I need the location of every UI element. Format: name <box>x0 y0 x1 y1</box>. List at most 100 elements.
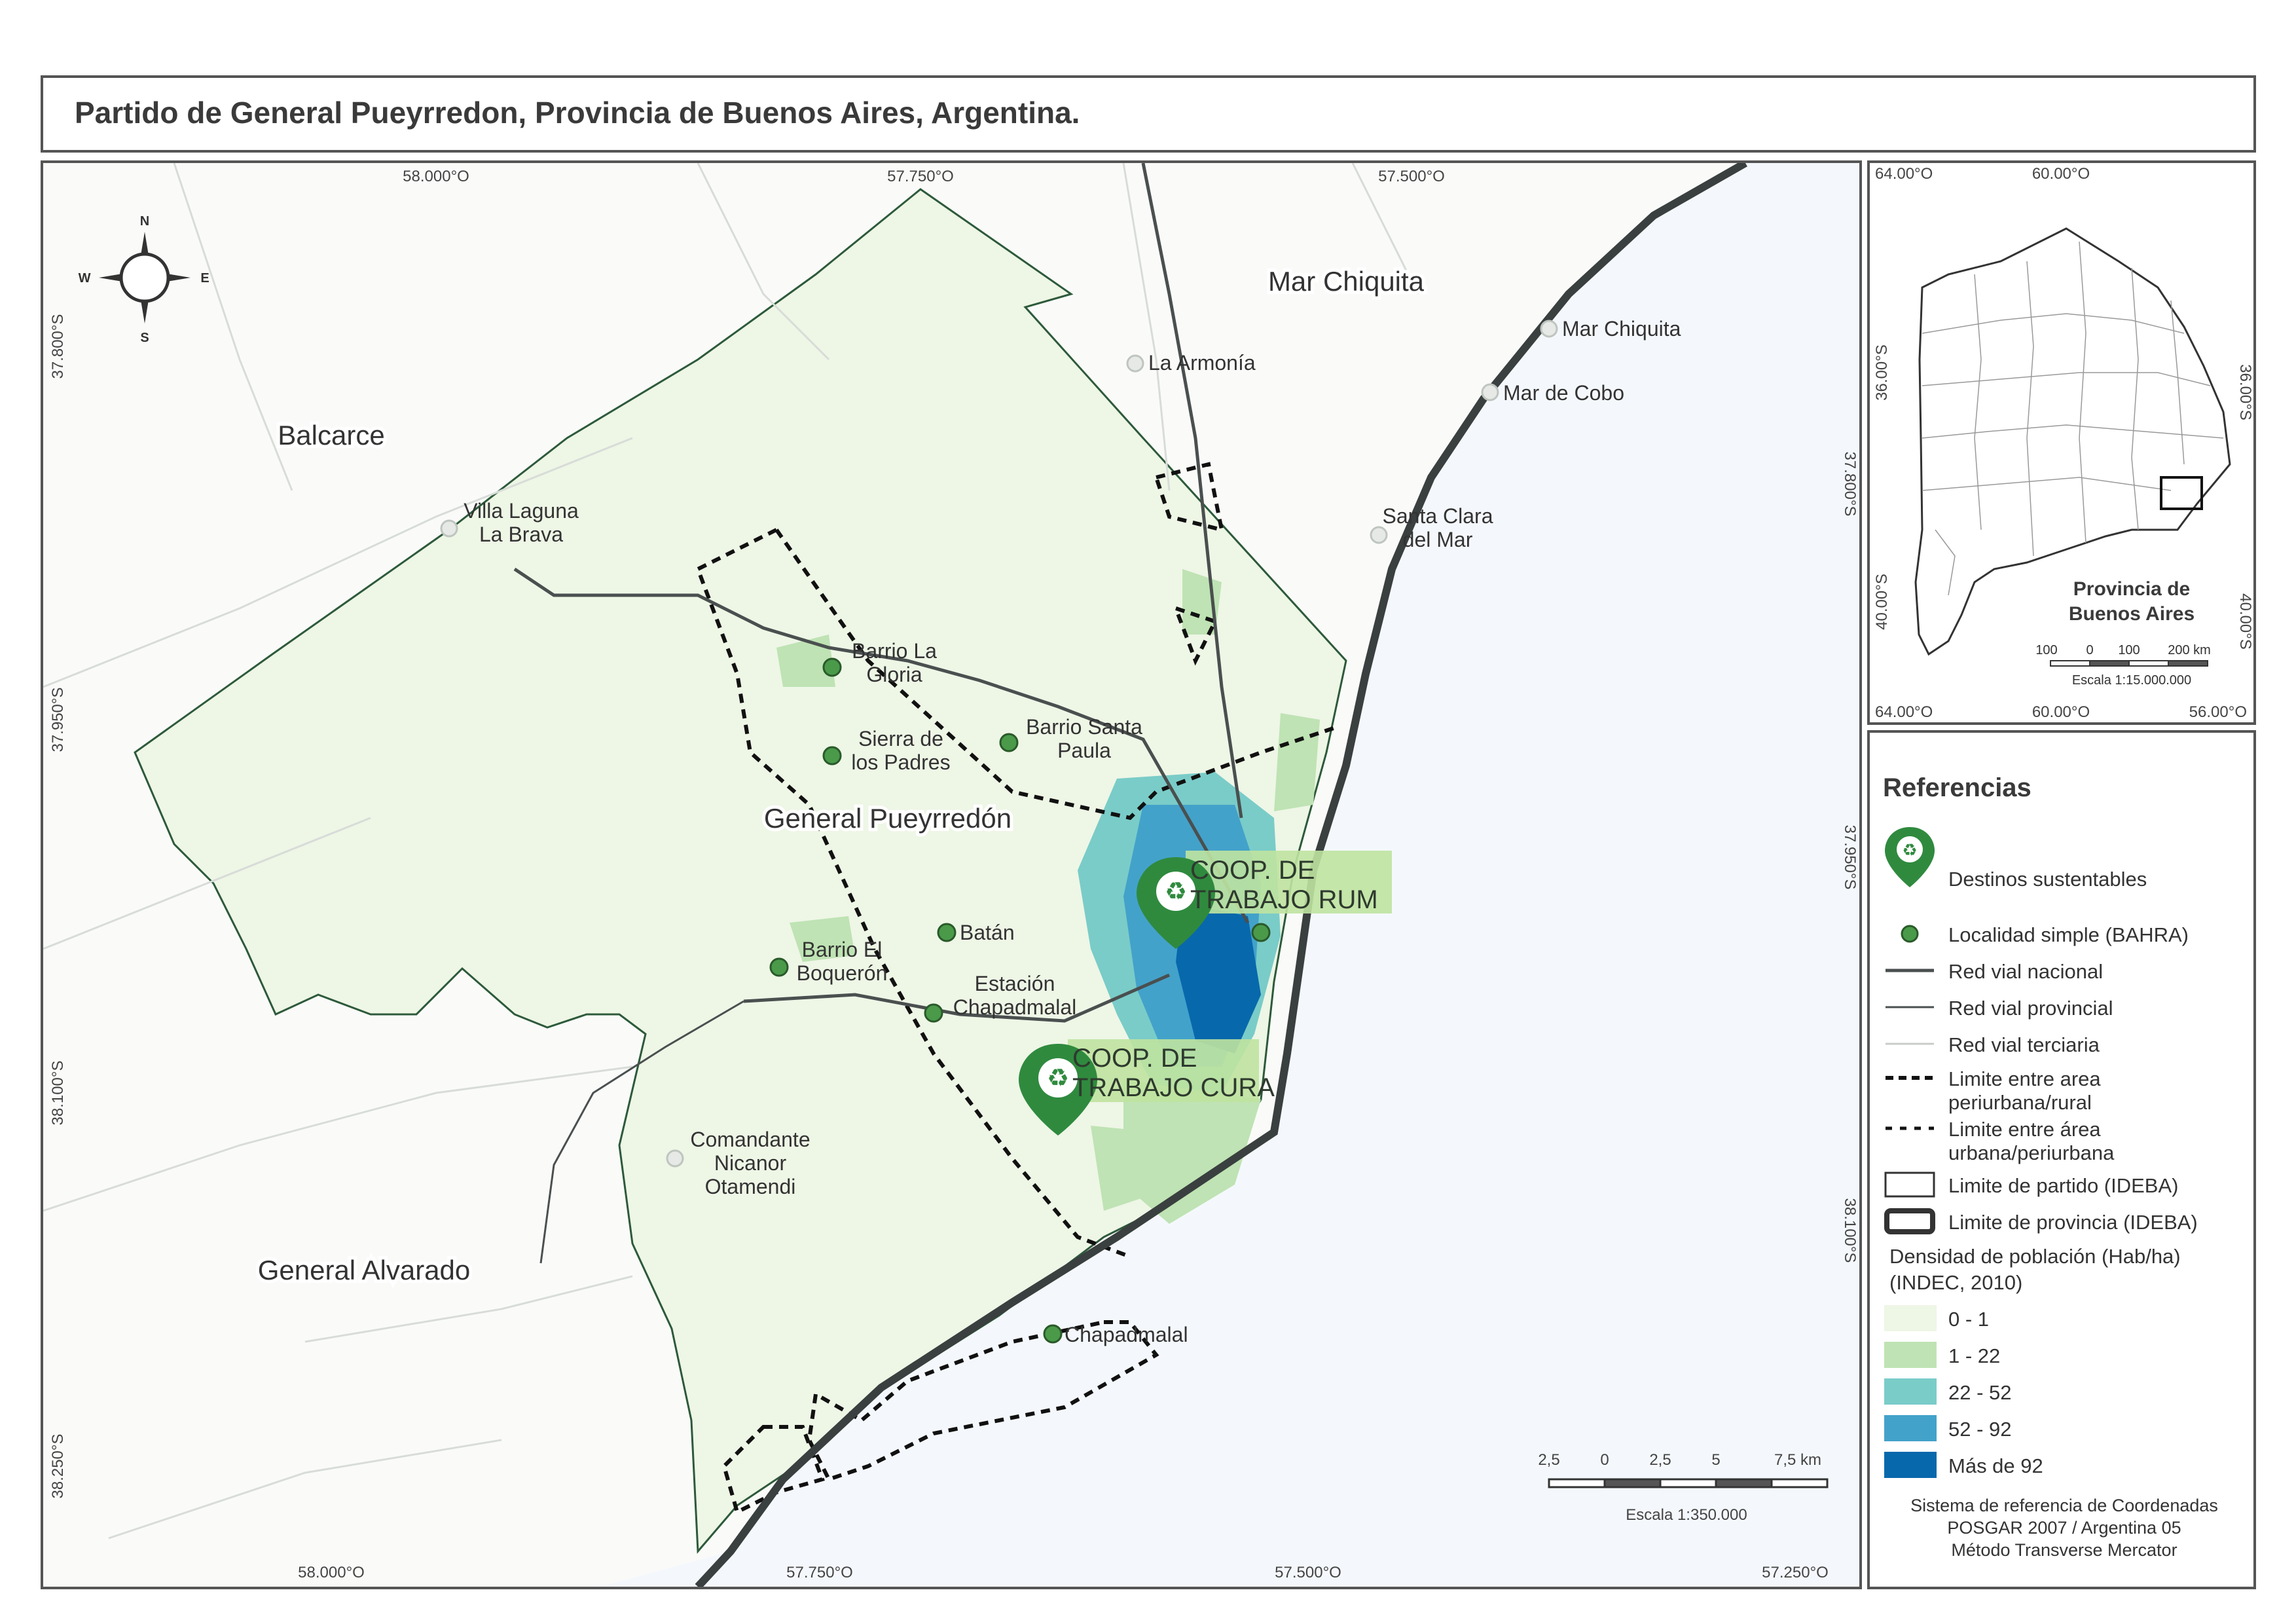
coord-right-2: 37.950°S <box>1841 824 1859 889</box>
locality-mar-chiquita <box>1540 320 1558 338</box>
inset-label-2: Buenos Aires <box>2069 603 2195 625</box>
locality-sierra-de-los-padres <box>822 746 842 766</box>
compass-n: N <box>140 214 149 229</box>
label-santa-clara-1: Santa Clara <box>1383 504 1493 528</box>
inset-coord-right-1: 36.00°S <box>2236 364 2253 420</box>
coord-left-1: 37.800°S <box>49 314 67 378</box>
crs-line-2: POSGAR 2007 / Argentina 05 <box>1947 1518 2181 1538</box>
coord-right-3: 38.100°S <box>1841 1198 1859 1263</box>
legend-label-red-provincial: Red vial provincial <box>1948 997 2113 1020</box>
density-swatch <box>1884 1305 1937 1331</box>
inset-scale-tick-3: 100 <box>2118 643 2140 657</box>
density-class-row: 0 - 1 <box>1883 1304 2250 1333</box>
coord-left-3: 38.100°S <box>49 1060 67 1125</box>
inset-coord-right-2: 40.00°S <box>2236 593 2253 650</box>
locality-barrio-la-gloria <box>822 657 842 677</box>
legend-label-limite-1a: Limite entre area <box>1948 1067 2101 1090</box>
compass-w: W <box>79 271 91 286</box>
map-title: Partido de General Pueyrredon, Provincia… <box>75 96 1080 130</box>
legend-item-localidad: Localidad simple (BAHRA) <box>1883 919 2250 948</box>
density-class-row: 22 - 52 <box>1883 1377 2250 1406</box>
region-balcarce: Balcarce <box>278 420 384 451</box>
recycle-pin-icon: ♻ <box>1885 827 1935 887</box>
coop-rum-line-2: TRABAJO RUM <box>1190 885 1378 914</box>
locality-otamendi <box>666 1149 684 1168</box>
inset-label-1: Provincia de <box>2073 578 2190 600</box>
coord-right-1: 37.800°S <box>1841 451 1859 516</box>
coord-top-1: 58.000°O <box>403 168 469 185</box>
legend-item-limite-urbana-periurbana: Limite entre área urbana/periurbana <box>1883 1114 2250 1166</box>
label-la-armonia: La Armonía <box>1148 351 1256 375</box>
density-swatch <box>1884 1415 1937 1441</box>
locality-estacion-chapadmalal <box>924 1003 943 1023</box>
coord-bottom-2: 57.750°O <box>786 1564 853 1581</box>
density-class-row: Más de 92 <box>1883 1450 2250 1479</box>
dashed-limit-thin-symbol <box>1886 1126 1934 1130</box>
inset-coord-top-2: 60.00°O <box>2032 165 2090 183</box>
density-class-row: 1 - 22 <box>1883 1340 2250 1369</box>
legend-label-limite-2b: urbana/periurbana <box>1948 1141 2115 1164</box>
label-boqueron-2: Boquerón <box>797 961 888 985</box>
svg-text:♻: ♻ <box>1902 840 1917 860</box>
inset-coord-bottom-2: 60.00°O <box>2032 703 2090 721</box>
inset-coord-left-1: 36.00°S <box>1873 344 1891 401</box>
legend-label-red-nacional: Red vial nacional <box>1948 960 2104 983</box>
locality-batan <box>937 923 957 942</box>
inset-map[interactable]: Provincia de Buenos Aires 100 0 100 200 … <box>1867 160 2256 725</box>
legend-label-limite-partido: Limite de partido (IDEBA) <box>1948 1174 2179 1197</box>
legend-label-localidad: Localidad simple (BAHRA) <box>1948 923 2189 946</box>
label-barrio-santa-paula-2: Paula <box>1057 739 1111 762</box>
label-estacion-2: Chapadmalal <box>953 995 1077 1019</box>
coord-top-3: 57.500°O <box>1378 168 1445 185</box>
locality-chapadmalal <box>1043 1324 1063 1344</box>
compass-rose: N S E W <box>79 214 210 345</box>
compass-e: E <box>200 271 209 286</box>
label-barrio-gloria-2: Gloria <box>866 663 922 686</box>
inset-coord-left-2: 40.00°S <box>1873 574 1891 630</box>
legend-item-limite-partido: Limite de partido (IDEBA) <box>1883 1170 2250 1199</box>
region-mar-chiquita: Mar Chiquita <box>1268 266 1425 297</box>
legend-label-limite-provincia: Limite de provincia (IDEBA) <box>1948 1211 2198 1234</box>
label-otamendi-3: Otamendi <box>705 1175 796 1198</box>
locality-dot-icon <box>1901 925 1919 943</box>
locality-barrio-el-boqueron <box>769 957 789 977</box>
coop-cura-line-2: TRABAJO CURA <box>1072 1073 1275 1102</box>
label-villa-laguna-2: La Brava <box>479 523 563 546</box>
label-otamendi-1: Comandante <box>690 1128 810 1151</box>
crs-line-1: Sistema de referencia de Coordenadas <box>1910 1496 2218 1515</box>
provincial-road-symbol <box>1886 1006 1934 1008</box>
coord-bottom-4: 57.250°O <box>1762 1564 1829 1581</box>
legend-label-limite-1b: periurbana/rural <box>1948 1091 2092 1114</box>
main-map[interactable]: N S E W 58.000°O 57.750°O 57.500°O 58.00… <box>41 160 1862 1589</box>
tertiary-road-symbol <box>1886 1043 1934 1045</box>
recycle-icon: ♻ <box>1047 1065 1069 1092</box>
legend-item-red-terciaria: Red vial terciaria <box>1883 1029 2250 1058</box>
density-swatch <box>1884 1378 1937 1405</box>
label-batan: Batán <box>960 921 1015 944</box>
coop-rum-line-1: COOP. DE <box>1190 856 1315 885</box>
density-label: 1 - 22 <box>1948 1344 2001 1367</box>
label-chapadmalal: Chapadmalal <box>1065 1323 1188 1346</box>
inset-scale-tick-1: 100 <box>2035 643 2057 657</box>
legend-panel: Referencias ♻ Destinos sustentables Loca… <box>1867 730 2256 1589</box>
legend-item-destinos: ♻ Destinos sustentables <box>1883 824 2250 896</box>
density-title-1: Densidad de población (Hab/ha) <box>1889 1245 2181 1268</box>
locality-mar-de-cobo <box>1481 383 1499 401</box>
coord-left-4: 38.250°S <box>49 1433 67 1498</box>
density-label: Más de 92 <box>1948 1454 2043 1477</box>
coord-top-2: 57.750°O <box>887 168 954 185</box>
title-box: Partido de General Pueyrredon, Provincia… <box>41 75 2256 153</box>
density-label: 22 - 52 <box>1948 1381 2012 1404</box>
coord-bottom-1: 58.000°O <box>298 1564 365 1581</box>
label-santa-clara-2: del Mar <box>1403 528 1473 551</box>
label-boqueron-1: Barrio El <box>802 938 883 961</box>
legend-label-limite-2a: Limite entre área <box>1948 1118 2101 1141</box>
scale-tick-5: 7,5 km <box>1774 1451 1821 1469</box>
scale-label: Escala 1:350.000 <box>1626 1506 1747 1524</box>
legend-label-destinos: Destinos sustentables <box>1948 868 2147 891</box>
main-map-canvas: N S E W 58.000°O 57.750°O 57.500°O 58.00… <box>43 163 1859 1587</box>
locality-mar-del-plata <box>1251 923 1271 942</box>
compass-s: S <box>140 331 149 345</box>
partido-limit-symbol <box>1884 1172 1935 1198</box>
density-label: 52 - 92 <box>1948 1418 2012 1441</box>
